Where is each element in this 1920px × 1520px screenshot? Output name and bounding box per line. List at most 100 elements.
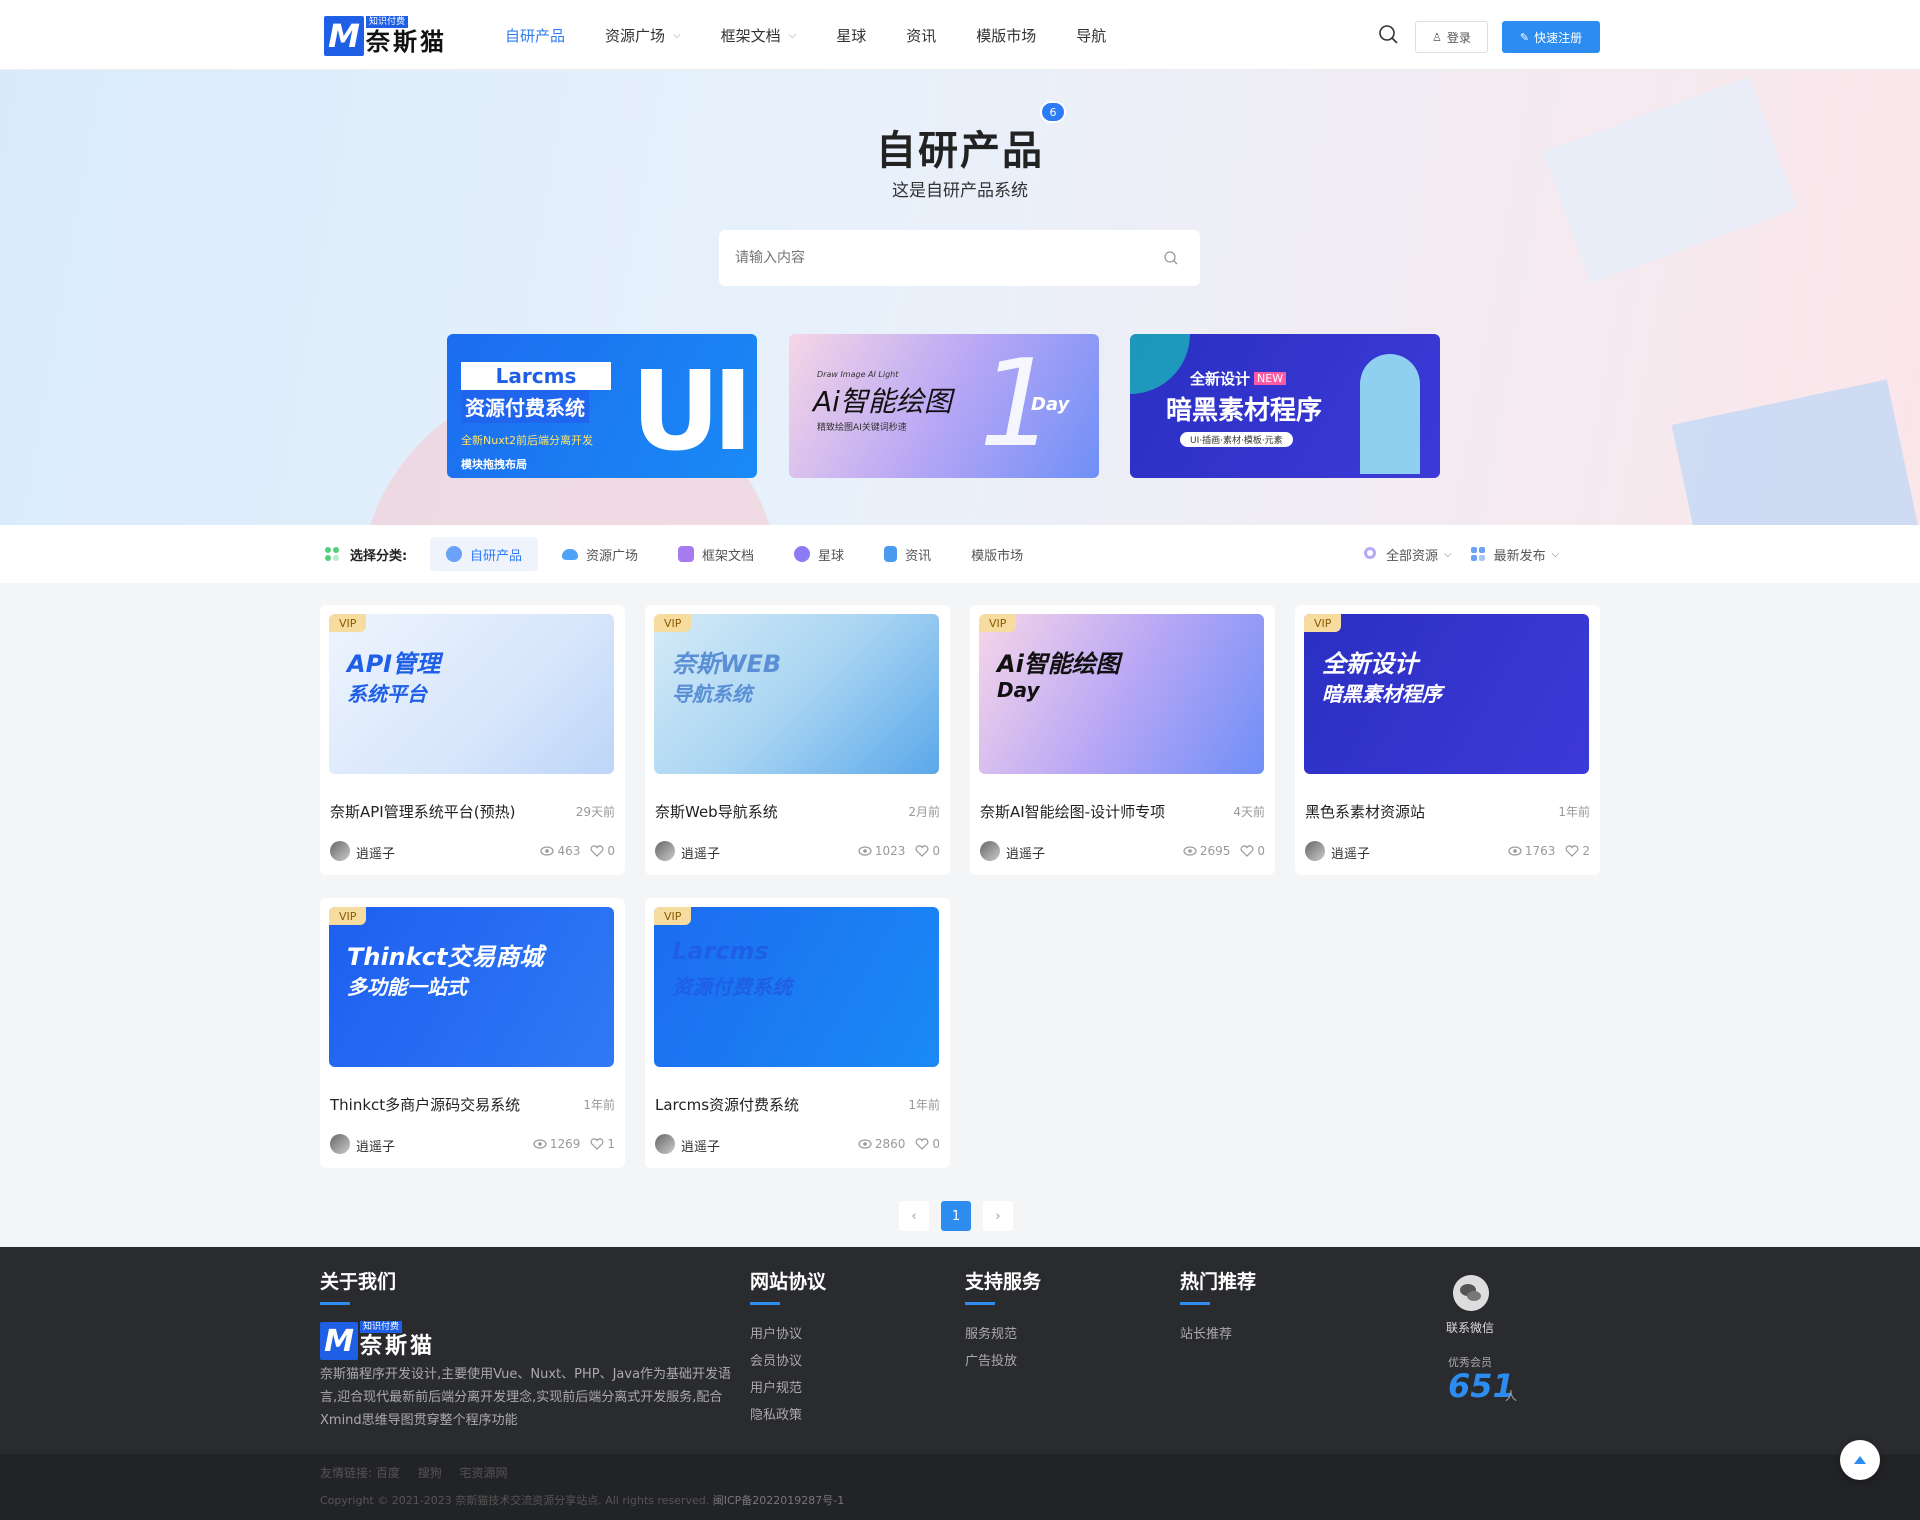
card-title[interactable]: 奈斯AI智能绘图-设计师专项 (980, 801, 1210, 822)
chevron-down-icon: ⌵ (788, 29, 797, 41)
banner-text: 全新Nuxt2前后端分离开发 (461, 434, 594, 447)
search-icon[interactable] (1378, 24, 1400, 46)
icp-link[interactable]: 闽ICP备2022019287号-1 (713, 1494, 845, 1507)
eye-icon (858, 1139, 872, 1149)
thumbnail-text: 全新设计 (1322, 650, 1418, 678)
card-author[interactable]: 逍遥子 (1006, 843, 1045, 862)
banner-text: 全新设计 (1190, 370, 1251, 388)
grid-icon (1470, 547, 1485, 561)
filter-all-resources[interactable]: 全部资源 ⌵ (1362, 545, 1452, 564)
card-thumbnail[interactable]: Larcms 资源付费系统 (654, 907, 939, 1067)
friend-link[interactable]: 友情链接: 百度 (320, 1466, 400, 1480)
nav-item-navigation[interactable]: 导航 (1076, 25, 1106, 46)
card-thumbnail[interactable]: Ai智能绘图 Day (979, 614, 1264, 774)
heart-icon[interactable] (915, 1138, 929, 1150)
card-author[interactable]: 逍遥子 (356, 843, 395, 862)
back-to-top-button[interactable] (1840, 1440, 1880, 1480)
card-title[interactable]: 奈斯Web导航系统 (655, 801, 885, 822)
top-header: M 知识付费 奈斯猫 自研产品 资源广场 ⌵ 框架文档 ⌵ 星球 资讯 模版市场 导… (0, 0, 1920, 70)
card-thumbnail[interactable]: API管理 系统平台 (329, 614, 614, 774)
pagination: ‹ 1 › (899, 1201, 1025, 1231)
like-count: 0 (932, 1137, 940, 1151)
avatar[interactable] (330, 841, 350, 861)
site-logo[interactable]: M 知识付费 奈斯猫 (324, 14, 447, 58)
search-icon[interactable] (1163, 250, 1179, 266)
footer-link[interactable]: 站长推荐 (1180, 1321, 1256, 1348)
footer-link[interactable]: 用户协议 (750, 1321, 826, 1348)
card-thumbnail[interactable]: Thinkct交易商城 多功能一站式 (329, 907, 614, 1067)
category-resources[interactable]: 资源广场 (546, 537, 654, 571)
filter-latest[interactable]: 最新发布 ⌵ (1470, 545, 1559, 564)
login-button[interactable]: ♙ 登录 (1415, 21, 1488, 53)
card-title[interactable]: Larcms资源付费系统 (655, 1094, 885, 1115)
footer-link[interactable]: 隐私政策 (750, 1402, 826, 1429)
product-card[interactable]: Larcms 资源付费系统 VIP Larcms资源付费系统 1年前 逍遥子 2860 0 (645, 898, 950, 1168)
card-title[interactable]: 黑色系素材资源站 (1305, 801, 1535, 822)
friend-links: 友情链接: 百度 搜狗 宅资源网 (320, 1464, 522, 1481)
thumbnail-text: Day (997, 678, 1040, 702)
nav-item-planet[interactable]: 星球 (836, 25, 866, 46)
heart-icon[interactable] (1565, 845, 1579, 857)
prev-page-button[interactable]: ‹ (899, 1201, 929, 1231)
card-stats: 2695 0 (1183, 844, 1265, 858)
avatar[interactable] (330, 1134, 350, 1154)
nav-item-news[interactable]: 资讯 (906, 25, 936, 46)
card-author[interactable]: 逍遥子 (681, 1136, 720, 1155)
view-count: 1269 (549, 1137, 581, 1151)
page-button-1[interactable]: 1 (941, 1201, 971, 1231)
banner-ai-drawing[interactable]: Draw Image AI Light Ai智能绘图 精致绘图AI关键词秒速 1… (789, 334, 1099, 478)
friend-link[interactable]: 宅资源网 (460, 1466, 508, 1480)
nav-item-resources[interactable]: 资源广场 ⌵ (605, 25, 681, 46)
logo-mark: M (320, 1322, 358, 1360)
heart-icon[interactable] (590, 845, 604, 857)
avatar[interactable] (980, 841, 1000, 861)
footer-link[interactable]: 会员协议 (750, 1348, 826, 1375)
main-nav: 自研产品 资源广场 ⌵ 框架文档 ⌵ 星球 资讯 模版市场 导航 (505, 0, 1146, 70)
avatar[interactable] (1305, 841, 1325, 861)
cloud-icon (562, 548, 579, 560)
category-news[interactable]: 资讯 (868, 537, 947, 571)
wechat-icon[interactable] (1453, 1275, 1489, 1311)
heart-icon[interactable] (1240, 845, 1254, 857)
card-title[interactable]: Thinkct多商户源码交易系统 (330, 1094, 560, 1115)
friend-link[interactable]: 搜狗 (418, 1466, 442, 1480)
card-author[interactable]: 逍遥子 (681, 843, 720, 862)
card-author[interactable]: 逍遥子 (356, 1136, 395, 1155)
register-button[interactable]: ✎ 快速注册 (1502, 21, 1600, 53)
thumbnail-text: 奈斯WEB (672, 650, 782, 678)
category-planet[interactable]: 星球 (778, 537, 860, 571)
avatar[interactable] (655, 1134, 675, 1154)
card-author[interactable]: 逍遥子 (1331, 843, 1370, 862)
card-stats: 2860 0 (858, 1137, 940, 1151)
product-card[interactable]: 奈斯WEB 导航系统 VIP 奈斯Web导航系统 2月前 逍遥子 1023 0 (645, 605, 950, 875)
nav-item-products[interactable]: 自研产品 (505, 25, 565, 46)
nav-item-docs[interactable]: 框架文档 ⌵ (721, 25, 797, 46)
footer-link[interactable]: 用户规范 (750, 1375, 826, 1402)
heart-icon[interactable] (590, 1138, 604, 1150)
category-products[interactable]: 自研产品 (430, 537, 539, 571)
avatar[interactable] (655, 841, 675, 861)
category-docs[interactable]: 框架文档 (662, 537, 770, 571)
search-input[interactable] (719, 230, 1200, 286)
banner-text: NEW (1254, 372, 1287, 385)
banner-larcms[interactable]: Larcms 资源付费系统 全新Nuxt2前后端分离开发 模块拖拽布局 UI (447, 334, 757, 478)
product-card[interactable]: API管理 系统平台 VIP 奈斯API管理系统平台(预热) 29天前 逍遥子 463 0 (320, 605, 625, 875)
view-count: 2860 (874, 1137, 906, 1151)
grid-icon (325, 547, 339, 561)
footer-logo[interactable]: M 知识付费 奈斯猫 (320, 1321, 740, 1361)
next-page-button[interactable]: › (983, 1201, 1013, 1231)
product-card[interactable]: 全新设计 暗黑素材程序 VIP 黑色系素材资源站 1年前 逍遥子 1763 2 (1295, 605, 1600, 875)
product-card[interactable]: Thinkct交易商城 多功能一站式 VIP Thinkct多商户源码交易系统 1年前逍… (320, 898, 625, 1168)
card-title[interactable]: 奈斯API管理系统平台(预热) (330, 801, 560, 822)
banner-dark-material[interactable]: 全新设计 NEW 暗黑素材程序 UI·插画·素材·模板·元素 (1130, 334, 1440, 478)
heart-icon[interactable] (915, 845, 929, 857)
nav-item-templates[interactable]: 模版市场 (976, 25, 1036, 46)
product-card[interactable]: Ai智能绘图 Day VIP 奈斯AI智能绘图-设计师专项 4天前 逍遥子 2695 0 (970, 605, 1275, 875)
category-templates[interactable]: 模版市场 (955, 537, 1039, 571)
card-time: 1年前 (908, 1098, 940, 1112)
card-thumbnail[interactable]: 奈斯WEB 导航系统 (654, 614, 939, 774)
like-count: 0 (607, 844, 615, 858)
footer-link[interactable]: 广告投放 (965, 1348, 1041, 1375)
footer-link[interactable]: 服务规范 (965, 1321, 1041, 1348)
card-thumbnail[interactable]: 全新设计 暗黑素材程序 (1304, 614, 1589, 774)
